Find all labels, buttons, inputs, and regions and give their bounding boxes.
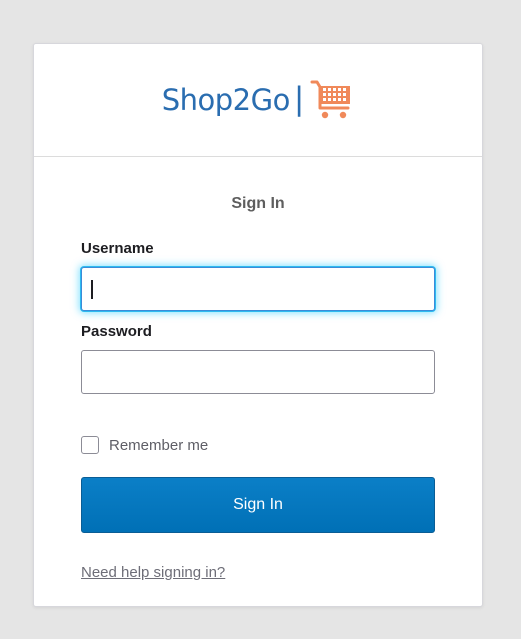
form-title: Sign In	[231, 195, 285, 212]
text-cursor	[91, 280, 93, 299]
sign-in-button[interactable]: Sign In	[81, 477, 435, 533]
brand-separator: |	[293, 81, 305, 117]
remember-me-row[interactable]: Remember me	[81, 435, 435, 455]
password-label: Password	[81, 323, 152, 340]
brand-name: Shop2Go	[161, 83, 291, 117]
username-input[interactable]	[81, 267, 435, 311]
username-label: Username	[81, 240, 154, 257]
login-form: Sign In Username Password Remember me Si…	[34, 194, 482, 582]
remember-me-checkbox[interactable]	[81, 436, 99, 454]
login-header: Shop2Go |	[34, 44, 482, 157]
shopping-cart-icon	[310, 80, 351, 119]
brand-logo: Shop2Go |	[162, 78, 355, 122]
help-signing-in-link[interactable]: Need help signing in?	[81, 564, 225, 581]
login-card: Shop2Go | Sign In Username Password Reme…	[33, 43, 483, 607]
remember-me-label[interactable]: Remember me	[109, 437, 208, 454]
password-input[interactable]	[81, 350, 435, 394]
